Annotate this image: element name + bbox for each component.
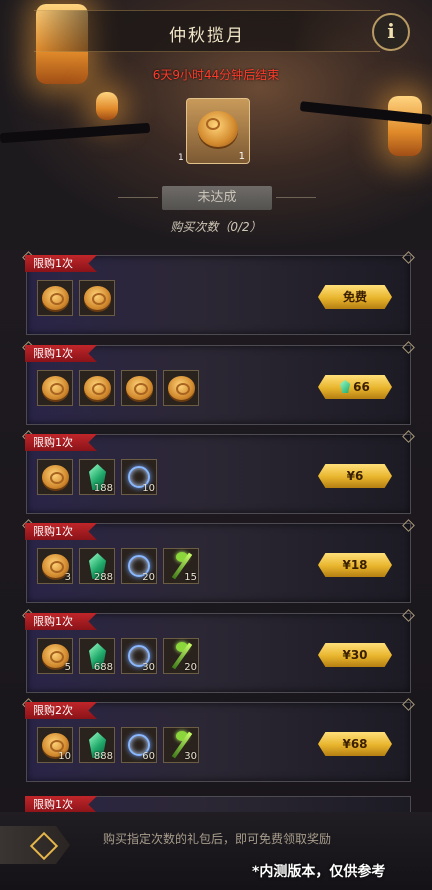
item-slot[interactable]: 20 xyxy=(163,638,199,674)
item-slot[interactable]: 30 xyxy=(121,638,157,674)
limit-tag: 限购2次 xyxy=(25,702,97,719)
item-quantity: 10 xyxy=(142,483,155,494)
beta-watermark: *内测版本，仅供参考 xyxy=(252,864,386,880)
item-quantity: 288 xyxy=(93,572,113,583)
reward-quantity: 1 xyxy=(238,151,245,162)
claim-status-button[interactable]: 未达成 xyxy=(162,186,272,210)
item-slot[interactable]: 15 xyxy=(163,548,199,584)
mooncake-icon xyxy=(42,376,69,400)
mooncake-icon xyxy=(198,111,238,147)
roof-eave-left xyxy=(0,122,151,144)
limit-tag: 限购1次 xyxy=(25,613,97,630)
page-title: 仲秋揽月 xyxy=(169,26,245,46)
item-slot[interactable] xyxy=(79,280,115,316)
pack-items: 5 688 30 20 xyxy=(37,638,199,674)
item-slot[interactable]: 5 xyxy=(37,638,73,674)
item-quantity: 60 xyxy=(142,751,155,762)
item-quantity: 3 xyxy=(64,572,71,583)
mooncake-icon xyxy=(168,376,195,400)
limit-tag: 限购1次 xyxy=(25,796,97,813)
item-quantity: 20 xyxy=(184,662,197,673)
limit-tag: 限购1次 xyxy=(25,255,97,272)
divider-right xyxy=(276,197,316,198)
limit-tag: 限购1次 xyxy=(25,345,97,362)
pack-items: 188 10 xyxy=(37,459,157,495)
item-quantity: 10 xyxy=(58,751,71,762)
item-quantity: 5 xyxy=(64,662,71,673)
pack-items: 10 888 60 30 xyxy=(37,727,199,763)
mooncake-icon xyxy=(42,286,69,310)
buy-button[interactable]: 免费 xyxy=(318,285,392,309)
item-slot[interactable]: 288 xyxy=(79,548,115,584)
item-quantity: 888 xyxy=(93,751,113,762)
reward-item-slot[interactable]: 1 xyxy=(186,98,250,164)
price-label: ¥6 xyxy=(346,469,364,483)
price-label: 免费 xyxy=(342,290,367,304)
info-icon: i xyxy=(387,19,395,43)
limit-tag: 限购1次 xyxy=(25,523,97,540)
mooncake-icon xyxy=(126,376,153,400)
buy-button[interactable]: ¥68 xyxy=(318,732,392,756)
item-quantity: 688 xyxy=(93,662,113,673)
item-quantity: 30 xyxy=(142,662,155,673)
gift-pack-card: 限购2次 10 888 60 30 ¥68 xyxy=(25,702,411,782)
title-bar: 仲秋揽月 xyxy=(34,10,380,52)
gift-pack-card: 限购1次 5 688 30 20 ¥30 xyxy=(25,613,411,693)
gift-pack-card: 限购1次 3 288 20 15 ¥18 xyxy=(25,523,411,603)
item-slot[interactable] xyxy=(163,370,199,406)
item-slot[interactable]: 60 xyxy=(121,727,157,763)
pack-items xyxy=(37,280,115,316)
gift-pack-card: 限购1次 66 xyxy=(25,345,411,425)
price-label: ¥68 xyxy=(342,737,368,751)
limit-tag: 限购1次 xyxy=(25,434,97,451)
purchase-count: 购买次数（0/2） xyxy=(170,220,262,234)
reward-corner-number: 1 xyxy=(178,153,184,163)
item-slot[interactable]: 688 xyxy=(79,638,115,674)
item-quantity: 15 xyxy=(184,572,197,583)
event-countdown: 6天9小时44分钟后结束 xyxy=(152,68,280,82)
item-slot[interactable]: 20 xyxy=(121,548,157,584)
mooncake-icon xyxy=(84,286,111,310)
claim-hint-text: 购买指定次数的礼包后，即可免费领取奖励 xyxy=(102,832,331,846)
item-slot[interactable]: 188 xyxy=(79,459,115,495)
gem-icon xyxy=(340,380,351,393)
buy-button[interactable]: 66 xyxy=(318,375,392,399)
item-slot[interactable]: 30 xyxy=(163,727,199,763)
price-label: 66 xyxy=(353,380,370,394)
pack-items xyxy=(37,370,199,406)
price-label: ¥30 xyxy=(342,648,368,662)
info-button[interactable]: i xyxy=(372,13,410,51)
item-slot[interactable] xyxy=(37,459,73,495)
mooncake-icon xyxy=(84,376,111,400)
lantern-right xyxy=(388,96,422,156)
buy-button[interactable]: ¥18 xyxy=(318,553,392,577)
mooncake-icon xyxy=(42,465,69,489)
item-slot[interactable]: 10 xyxy=(121,459,157,495)
item-slot[interactable] xyxy=(37,280,73,316)
lantern-small xyxy=(96,92,118,120)
price-label: ¥18 xyxy=(342,558,368,572)
item-slot[interactable]: 10 xyxy=(37,727,73,763)
item-quantity: 20 xyxy=(142,572,155,583)
item-slot[interactable] xyxy=(37,370,73,406)
divider-left xyxy=(118,197,158,198)
item-slot[interactable]: 3 xyxy=(37,548,73,584)
item-slot[interactable] xyxy=(121,370,157,406)
buy-button[interactable]: ¥6 xyxy=(318,464,392,488)
item-quantity: 30 xyxy=(184,751,197,762)
item-quantity: 188 xyxy=(93,483,113,494)
item-slot[interactable]: 888 xyxy=(79,727,115,763)
gift-pack-card: 限购1次 188 10 ¥6 xyxy=(25,434,411,514)
item-slot[interactable] xyxy=(79,370,115,406)
pack-items: 3 288 20 15 xyxy=(37,548,199,584)
gift-pack-card: 限购1次免费 xyxy=(25,255,411,335)
buy-button[interactable]: ¥30 xyxy=(318,643,392,667)
